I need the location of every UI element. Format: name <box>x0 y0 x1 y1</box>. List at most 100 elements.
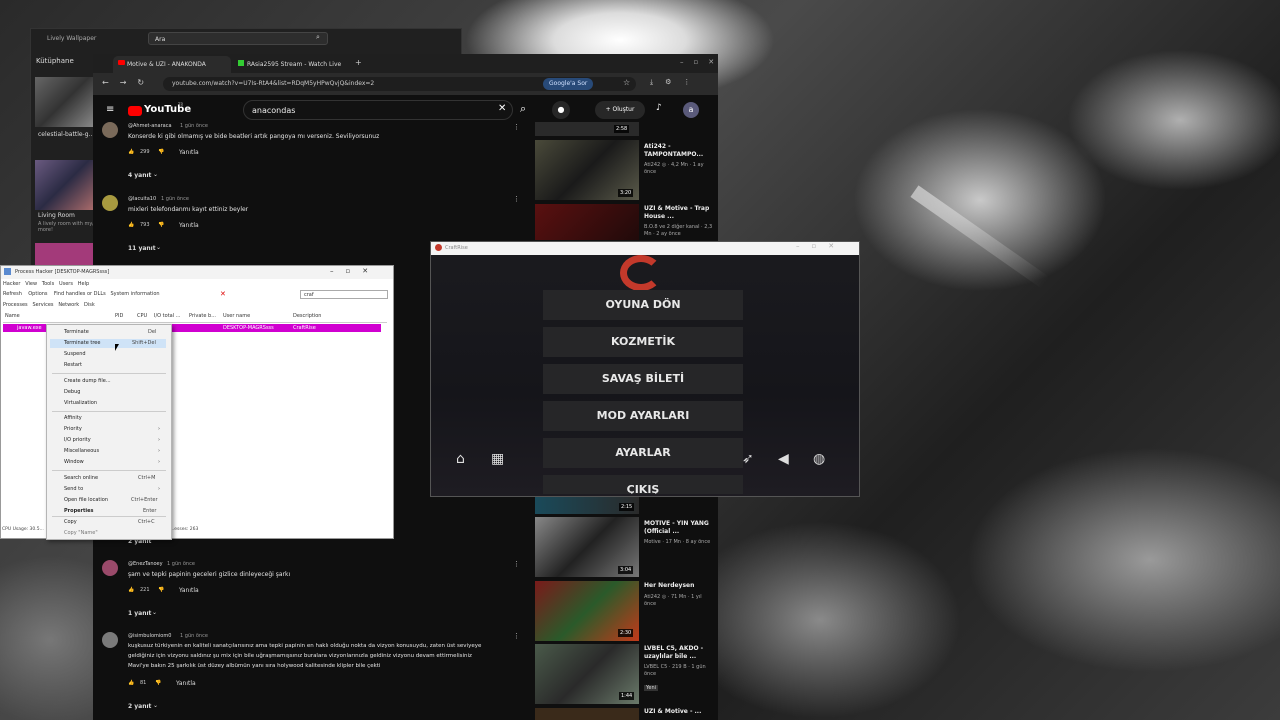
col-private[interactable]: Private b... <box>189 313 216 319</box>
speaker-icon[interactable]: ◀ <box>778 451 789 467</box>
youtube-logo-icon[interactable] <box>128 106 142 116</box>
menu-item-search-online[interactable]: Search online <box>64 475 98 481</box>
bookmark-star-icon[interactable]: ☆ <box>623 78 630 87</box>
menu-item-copy-name[interactable]: Copy "Name" <box>64 530 98 536</box>
tab-disk[interactable]: Disk <box>84 302 95 308</box>
account-avatar[interactable]: a <box>683 102 699 118</box>
exit-button[interactable]: ÇIKIŞ <box>543 475 743 494</box>
video-title[interactable]: UZI & Motive - ... <box>644 708 714 716</box>
col-pid[interactable]: PID <box>115 313 123 319</box>
like-icon[interactable]: 👍 <box>128 149 134 155</box>
video-thumbnail[interactable] <box>535 708 639 720</box>
system-info-button[interactable]: System information <box>111 291 160 297</box>
more-icon[interactable]: ⋮ <box>513 560 520 568</box>
tab-services[interactable]: Services <box>32 302 53 308</box>
window-controls-icon[interactable]: –▫✕ <box>796 242 846 250</box>
menu-icon[interactable]: ≡ <box>106 104 114 115</box>
globe-icon[interactable]: ◍ <box>813 451 825 467</box>
avatar[interactable] <box>102 195 118 211</box>
nav-arrows-icon[interactable]: ←→↻ <box>102 78 155 87</box>
chevron-down-icon[interactable]: ⌄ <box>152 609 157 616</box>
calendar-icon[interactable]: ▦ <box>491 451 504 467</box>
wallpaper-thumb[interactable] <box>35 243 93 265</box>
menu-hacker[interactable]: Hacker <box>3 281 20 287</box>
replies-toggle[interactable]: 11 yanıt <box>128 245 156 252</box>
menu-item-restart[interactable]: Restart <box>64 362 82 368</box>
youtube-search-input[interactable]: anacondas <box>243 100 513 120</box>
menu-users[interactable]: Users <box>59 281 73 287</box>
tab-youtube[interactable]: Motive & UZI - ANAKONDA <box>113 56 231 73</box>
menu-item-priority[interactable]: Priority <box>64 426 82 432</box>
replies-toggle[interactable]: 2 yanıt <box>128 703 151 710</box>
reply-button[interactable]: Yanıtla <box>176 680 196 687</box>
menu-item-affinity[interactable]: Affinity <box>64 415 82 421</box>
menu-item-copy[interactable]: Copy <box>64 519 77 525</box>
menu-item-open-location[interactable]: Open file location <box>64 497 108 503</box>
more-icon[interactable]: ⋮ <box>513 195 520 203</box>
cosmetics-button[interactable]: KOZMETİK <box>543 327 743 357</box>
dislike-icon[interactable]: 👎 <box>158 222 164 228</box>
replies-toggle[interactable]: 1 yanıt <box>128 610 151 617</box>
rocket-icon[interactable]: ➶ <box>742 451 754 467</box>
reply-button[interactable]: Yanıtla <box>179 587 199 594</box>
window-controls-icon[interactable]: –▫✕ <box>330 267 380 275</box>
comment-user[interactable]: @isimbulomiom0 <box>128 633 171 639</box>
video-title[interactable]: UZI & Motive - Trap House ... <box>644 205 714 221</box>
menu-item-create-dump[interactable]: Create dump file... <box>64 378 111 384</box>
dislike-icon[interactable]: 👎 <box>158 587 164 593</box>
comment-user[interactable]: @Ahmet-anaraca <box>128 123 172 129</box>
reply-button[interactable]: Yanıtla <box>179 149 199 156</box>
more-icon[interactable]: ⋮ <box>513 123 520 131</box>
options-button[interactable]: Options <box>28 291 47 297</box>
menu-item-send-to[interactable]: Send to <box>64 486 83 492</box>
wallpaper-thumb[interactable] <box>35 160 93 210</box>
menu-view[interactable]: View <box>25 281 37 287</box>
resume-game-button[interactable]: OYUNA DÖN <box>543 290 743 320</box>
chevron-down-icon[interactable]: ⌄ <box>153 702 158 709</box>
menu-item-terminate[interactable]: Terminate <box>64 329 89 335</box>
like-icon[interactable]: 👍 <box>128 222 134 228</box>
create-button[interactable]: + Oluştur <box>595 101 645 119</box>
home-icon[interactable]: ⌂ <box>456 451 465 467</box>
lively-search-input[interactable]: Ara <box>148 32 328 45</box>
avatar[interactable] <box>102 122 118 138</box>
col-name[interactable]: Name <box>5 313 20 319</box>
video-title[interactable]: LVBEL C5, AKDO - uzaylılar bile ... <box>644 645 714 661</box>
new-tab-icon[interactable]: + <box>355 58 362 67</box>
mic-icon[interactable]: ● <box>552 101 570 119</box>
menu-help[interactable]: Help <box>78 281 89 287</box>
refresh-button[interactable]: Refresh <box>3 291 22 297</box>
menu-item-suspend[interactable]: Suspend <box>64 351 86 357</box>
tab-processes[interactable]: Processes <box>3 302 28 308</box>
tab-network[interactable]: Network <box>58 302 79 308</box>
notification-bell-icon[interactable]: ♪ <box>656 103 662 113</box>
replies-toggle[interactable]: 4 yanıt <box>128 172 151 179</box>
clear-search-icon[interactable]: ✕ <box>498 103 506 114</box>
youtube-logo-text[interactable]: YouTube <box>144 104 191 115</box>
settings-button[interactable]: AYARLAR <box>543 438 743 468</box>
more-icon[interactable]: ⋮ <box>513 632 520 640</box>
dislike-icon[interactable]: 👎 <box>155 680 161 686</box>
comment-user[interactable]: @EnezTanoey <box>128 561 163 567</box>
col-description[interactable]: Description <box>293 313 321 319</box>
close-process-icon[interactable]: ✕ <box>220 290 226 298</box>
menu-item-terminate-tree[interactable]: Terminate tree <box>64 340 100 346</box>
battle-pass-button[interactable]: SAVAŞ BİLETİ <box>543 364 743 394</box>
like-icon[interactable]: 👍 <box>128 587 134 593</box>
search-icon[interactable]: ⌕ <box>520 102 526 116</box>
reply-button[interactable]: Yanıtla <box>179 222 199 229</box>
col-io[interactable]: I/O total ... <box>154 313 180 319</box>
library-label[interactable]: Kütüphane <box>36 57 74 65</box>
video-thumbnail[interactable] <box>535 204 639 240</box>
google-ask-button[interactable]: Google'a Sor <box>543 78 594 90</box>
col-cpu[interactable]: CPU <box>137 313 147 319</box>
find-handles-button[interactable]: Find handles or DLLs <box>54 291 106 297</box>
menu-item-properties[interactable]: Properties <box>64 508 93 514</box>
menu-item-debug[interactable]: Debug <box>64 389 80 395</box>
window-controls-icon[interactable]: –▫✕ <box>680 58 724 66</box>
avatar[interactable] <box>102 632 118 648</box>
video-title[interactable]: Her Nerdeysen <box>644 582 714 590</box>
video-title[interactable]: MOTIVE - YIN YANG (Official ... <box>644 520 714 536</box>
avatar[interactable] <box>102 560 118 576</box>
menu-tools[interactable]: Tools <box>42 281 54 287</box>
